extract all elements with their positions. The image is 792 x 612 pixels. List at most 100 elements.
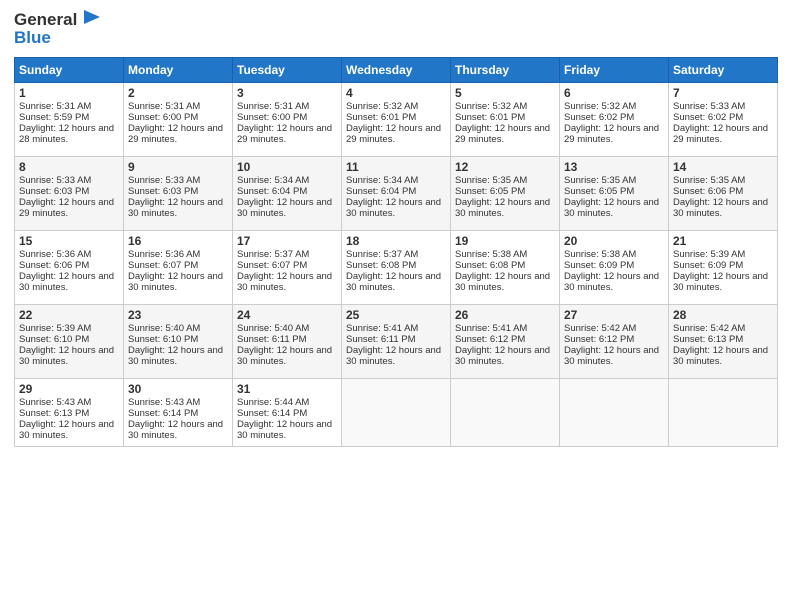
sunset-text: Sunset: 6:04 PM [346,186,416,197]
calendar-cell: 19Sunrise: 5:38 AMSunset: 6:08 PMDayligh… [451,230,560,304]
day-number: 31 [237,382,337,396]
daylight-label: Daylight: 12 hours and 30 minutes. [673,197,768,219]
sunset-text: Sunset: 6:11 PM [237,334,307,345]
sunset-text: Sunset: 6:08 PM [346,260,416,271]
weekday-header-tuesday: Tuesday [233,57,342,82]
sunrise-text: Sunrise: 5:31 AM [237,101,309,112]
day-number: 17 [237,234,337,248]
sunset-text: Sunset: 6:11 PM [346,334,416,345]
day-number: 13 [564,160,664,174]
day-number: 4 [346,86,446,100]
header: General Blue [14,10,778,49]
daylight-label: Daylight: 12 hours and 30 minutes. [128,271,223,293]
daylight-label: Daylight: 12 hours and 30 minutes. [346,345,441,367]
calendar-cell: 5Sunrise: 5:32 AMSunset: 6:01 PMDaylight… [451,82,560,156]
logo-wordmark: General Blue [14,10,102,49]
daylight-label: Daylight: 12 hours and 30 minutes. [128,197,223,219]
sunrise-text: Sunrise: 5:35 AM [564,175,636,186]
sunrise-text: Sunrise: 5:38 AM [455,249,527,260]
day-number: 27 [564,308,664,322]
day-number: 9 [128,160,228,174]
daylight-label: Daylight: 12 hours and 30 minutes. [237,271,332,293]
sunrise-text: Sunrise: 5:34 AM [237,175,309,186]
calendar-container: General Blue SundayMondayTuesdayWednesda… [0,0,792,457]
day-number: 23 [128,308,228,322]
calendar-cell: 26Sunrise: 5:41 AMSunset: 6:12 PMDayligh… [451,304,560,378]
sunset-text: Sunset: 6:10 PM [128,334,198,345]
sunrise-text: Sunrise: 5:41 AM [346,323,418,334]
daylight-label: Daylight: 12 hours and 28 minutes. [19,123,114,145]
daylight-label: Daylight: 12 hours and 30 minutes. [564,345,659,367]
day-number: 3 [237,86,337,100]
sunset-text: Sunset: 6:05 PM [455,186,525,197]
sunset-text: Sunset: 6:02 PM [564,112,634,123]
calendar-cell: 8Sunrise: 5:33 AMSunset: 6:03 PMDaylight… [15,156,124,230]
daylight-label: Daylight: 12 hours and 30 minutes. [455,271,550,293]
day-number: 5 [455,86,555,100]
day-number: 30 [128,382,228,396]
day-number: 20 [564,234,664,248]
weekday-header-wednesday: Wednesday [342,57,451,82]
daylight-label: Daylight: 12 hours and 30 minutes. [673,345,768,367]
sunset-text: Sunset: 6:14 PM [237,408,307,419]
sunset-text: Sunset: 6:12 PM [455,334,525,345]
calendar-cell [669,378,778,446]
calendar-cell: 27Sunrise: 5:42 AMSunset: 6:12 PMDayligh… [560,304,669,378]
calendar-cell: 10Sunrise: 5:34 AMSunset: 6:04 PMDayligh… [233,156,342,230]
calendar-cell [560,378,669,446]
sunrise-text: Sunrise: 5:35 AM [673,175,745,186]
calendar-cell: 25Sunrise: 5:41 AMSunset: 6:11 PMDayligh… [342,304,451,378]
day-number: 6 [564,86,664,100]
calendar-cell: 12Sunrise: 5:35 AMSunset: 6:05 PMDayligh… [451,156,560,230]
daylight-label: Daylight: 12 hours and 30 minutes. [237,197,332,219]
calendar-cell: 18Sunrise: 5:37 AMSunset: 6:08 PMDayligh… [342,230,451,304]
sunrise-text: Sunrise: 5:40 AM [237,323,309,334]
logo: General Blue [14,10,102,49]
calendar-cell: 16Sunrise: 5:36 AMSunset: 6:07 PMDayligh… [124,230,233,304]
sunrise-text: Sunrise: 5:31 AM [19,101,91,112]
calendar-cell: 7Sunrise: 5:33 AMSunset: 6:02 PMDaylight… [669,82,778,156]
sunset-text: Sunset: 6:09 PM [564,260,634,271]
calendar-cell: 3Sunrise: 5:31 AMSunset: 6:00 PMDaylight… [233,82,342,156]
calendar-cell: 29Sunrise: 5:43 AMSunset: 6:13 PMDayligh… [15,378,124,446]
day-number: 7 [673,86,773,100]
calendar-cell [342,378,451,446]
sunrise-text: Sunrise: 5:32 AM [346,101,418,112]
day-number: 10 [237,160,337,174]
sunset-text: Sunset: 6:03 PM [19,186,89,197]
sunset-text: Sunset: 6:05 PM [564,186,634,197]
sunrise-text: Sunrise: 5:36 AM [19,249,91,260]
weekday-header-thursday: Thursday [451,57,560,82]
calendar-table: SundayMondayTuesdayWednesdayThursdayFrid… [14,57,778,447]
day-number: 2 [128,86,228,100]
calendar-cell: 21Sunrise: 5:39 AMSunset: 6:09 PMDayligh… [669,230,778,304]
sunset-text: Sunset: 5:59 PM [19,112,89,123]
weekday-header-sunday: Sunday [15,57,124,82]
daylight-label: Daylight: 12 hours and 30 minutes. [19,271,114,293]
daylight-label: Daylight: 12 hours and 30 minutes. [19,419,114,441]
sunrise-text: Sunrise: 5:44 AM [237,397,309,408]
sunrise-text: Sunrise: 5:42 AM [564,323,636,334]
weekday-header-friday: Friday [560,57,669,82]
sunset-text: Sunset: 6:00 PM [237,112,307,123]
sunrise-text: Sunrise: 5:37 AM [346,249,418,260]
sunset-text: Sunset: 6:12 PM [564,334,634,345]
calendar-cell: 23Sunrise: 5:40 AMSunset: 6:10 PMDayligh… [124,304,233,378]
sunset-text: Sunset: 6:09 PM [673,260,743,271]
sunrise-text: Sunrise: 5:33 AM [673,101,745,112]
daylight-label: Daylight: 12 hours and 29 minutes. [673,123,768,145]
calendar-cell: 22Sunrise: 5:39 AMSunset: 6:10 PMDayligh… [15,304,124,378]
sunset-text: Sunset: 6:14 PM [128,408,198,419]
day-number: 8 [19,160,119,174]
calendar-cell: 24Sunrise: 5:40 AMSunset: 6:11 PMDayligh… [233,304,342,378]
sunset-text: Sunset: 6:04 PM [237,186,307,197]
calendar-cell: 28Sunrise: 5:42 AMSunset: 6:13 PMDayligh… [669,304,778,378]
sunrise-text: Sunrise: 5:43 AM [128,397,200,408]
daylight-label: Daylight: 12 hours and 29 minutes. [128,123,223,145]
day-number: 22 [19,308,119,322]
daylight-label: Daylight: 12 hours and 30 minutes. [128,345,223,367]
calendar-cell: 31Sunrise: 5:44 AMSunset: 6:14 PMDayligh… [233,378,342,446]
sunset-text: Sunset: 6:03 PM [128,186,198,197]
day-number: 11 [346,160,446,174]
day-number: 29 [19,382,119,396]
